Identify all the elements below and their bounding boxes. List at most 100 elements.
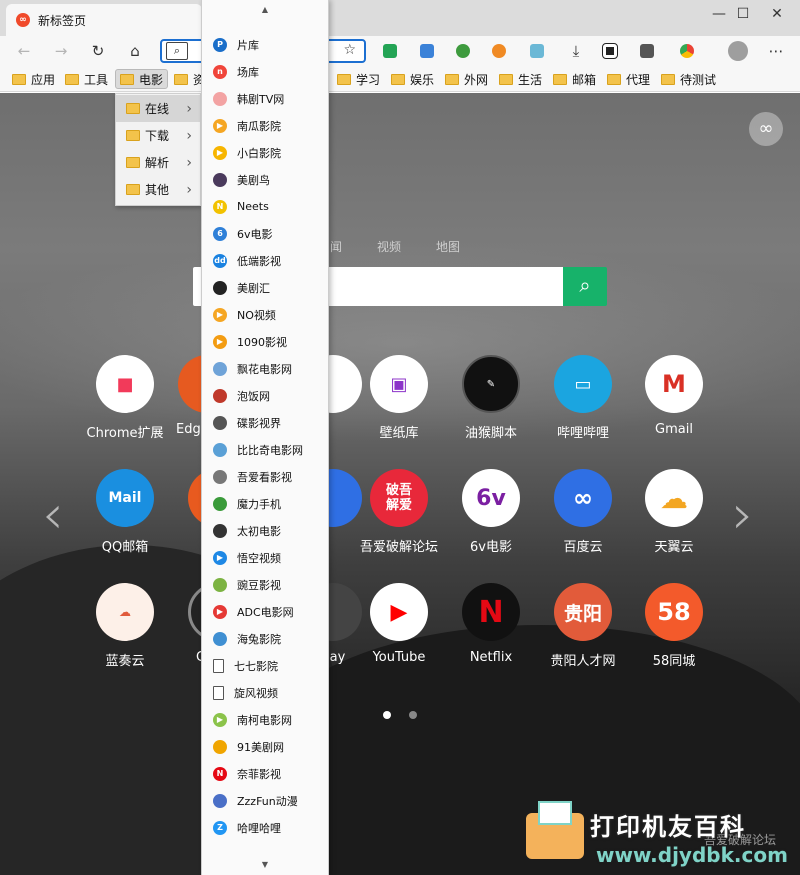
bookmark-item[interactable]: 韩剧TV网 [202, 85, 328, 112]
bookmark-item[interactable]: 飘花电影网 [202, 355, 328, 382]
bookmark-item[interactable]: 海兔影院 [202, 625, 328, 652]
play-icon: ▶ [213, 550, 227, 565]
submenu-item-parse[interactable]: 解析 › [116, 149, 200, 176]
bookmark-label: 碟影视界 [237, 416, 281, 430]
bookmark-item[interactable]: Z 哈哩哈哩 [202, 814, 328, 841]
page-dot-active[interactable] [383, 711, 391, 719]
submenu-item-other[interactable]: 其他 › [116, 176, 200, 203]
infinity-menu-button[interactable]: ∞ [749, 112, 783, 146]
ring-icon [213, 91, 227, 106]
bookmark-folder-entertainment[interactable]: 娱乐 [387, 69, 438, 89]
scroll-up-arrow[interactable]: ▲ [202, 5, 328, 21]
search-button[interactable]: ⌕ [563, 267, 607, 306]
bookmark-item[interactable]: 七七影院 [202, 652, 328, 679]
bookmark-item[interactable]: 碟影视界 [202, 409, 328, 436]
bookmark-item[interactable]: 豌豆影视 [202, 571, 328, 598]
bookmark-item[interactable]: ZzzFun动漫 [202, 787, 328, 814]
bookmark-item[interactable]: dd 低端影视 [202, 247, 328, 274]
bookmark-folder-tools[interactable]: 工具 [61, 69, 112, 89]
app-youtube[interactable]: ▶ YouTube [354, 583, 444, 665]
app-52pojie[interactable]: 破吾 解爱 吾爱破解论坛 [354, 469, 444, 555]
play-icon: ▶ [213, 118, 227, 133]
tab-new-tab[interactable]: ∞ 新标签页 [6, 4, 202, 36]
search-tab-map[interactable]: 地图 [436, 238, 460, 255]
download-button[interactable]: ⤓ [564, 40, 588, 62]
reload-button[interactable]: ↻ [86, 40, 110, 62]
app-wallpaper[interactable]: ▣ 壁纸库 [354, 355, 444, 441]
flower-icon [213, 361, 227, 376]
pip-icon[interactable] [602, 43, 618, 59]
bookmark-item[interactable]: 魔力手机 [202, 490, 328, 517]
search-tab-video[interactable]: 视频 [377, 238, 401, 255]
next-page-arrow[interactable]: › [732, 483, 754, 546]
bookmark-item[interactable]: 太初电影 [202, 517, 328, 544]
app-netflix[interactable]: N Netflix [446, 583, 536, 665]
bookmark-item[interactable]: ▶ NO视频 [202, 301, 328, 328]
previous-page-arrow[interactable]: ‹ [42, 483, 64, 546]
app-guiyang-jobs[interactable]: 贵阳 贵阳人才网 [538, 583, 628, 669]
app-lanzouyun[interactable]: ☁ 蓝奏云 [80, 583, 170, 669]
collections-icon[interactable] [640, 44, 654, 58]
bookmark-folder-movies[interactable]: 电影 [115, 69, 169, 89]
chrome-icon[interactable] [680, 44, 694, 58]
app-label: 哔哩哔哩 [556, 426, 609, 441]
bookmark-item[interactable]: 比比奇电影网 [202, 436, 328, 463]
app-tianyiyun[interactable]: ☁ 天翼云 [629, 469, 719, 555]
bookmark-item[interactable]: ▶ 南柯电影网 [202, 706, 328, 733]
bookmark-item[interactable]: P 片库 [202, 31, 328, 58]
bookmark-folder-life[interactable]: 生活 [495, 69, 546, 89]
bookmark-item[interactable]: 美剧鸟 [202, 166, 328, 193]
close-button[interactable]: ✕ [754, 0, 800, 28]
more-menu-button[interactable]: ⋯ [764, 40, 788, 62]
firefox-extension-icon[interactable] [492, 44, 506, 58]
bookmark-folder-proxy[interactable]: 代理 [603, 69, 654, 89]
bookmark-folder-apps[interactable]: 应用 [8, 69, 59, 89]
bookmark-label: 91美剧网 [237, 740, 284, 754]
app-qqmail[interactable]: Mail QQ邮箱 [80, 469, 170, 555]
app-tampermonkey[interactable]: ✎ 油猴脚本 [446, 355, 536, 441]
z-icon: Z [213, 820, 227, 835]
app-bilibili[interactable]: ▭ 哔哩哔哩 [538, 355, 628, 441]
submenu-item-download[interactable]: 下载 › [116, 122, 200, 149]
bookmark-item[interactable]: 吾爱看影视 [202, 463, 328, 490]
bookmark-label: 小白影院 [237, 146, 281, 160]
submenu-item-online[interactable]: 在线 › [116, 95, 200, 122]
forward-button[interactable]: → [49, 40, 73, 62]
bookmark-item[interactable]: 旋风视频 [202, 679, 328, 706]
bookmark-item[interactable]: 美剧汇 [202, 274, 328, 301]
bookmark-folder-foreign[interactable]: 外网 [441, 69, 492, 89]
bookmark-item[interactable]: ▶ 1090影视 [202, 328, 328, 355]
app-chrome-extensions[interactable]: ■ Chrome扩展 [80, 355, 170, 441]
bookmark-item[interactable]: 6 6v电影 [202, 220, 328, 247]
search-tab-news[interactable]: 闻 [330, 238, 342, 255]
scroll-down-arrow[interactable]: ▼ [202, 860, 328, 875]
bookmark-item[interactable]: n 场库 [202, 58, 328, 85]
extension-icon[interactable] [420, 44, 434, 58]
app-58[interactable]: 58 58同城 [629, 583, 719, 669]
bookmark-item[interactable]: ▶ 南瓜影院 [202, 112, 328, 139]
bookmark-label: 魔力手机 [237, 497, 281, 511]
bookmark-label: ADC电影网 [237, 605, 294, 619]
bookmark-item[interactable]: N 奈菲影视 [202, 760, 328, 787]
app-baiduyun[interactable]: ∞ 百度云 [538, 469, 628, 555]
page-dot[interactable] [409, 711, 417, 719]
bookmark-label: 豌豆影视 [237, 578, 281, 592]
globe-extension-icon[interactable] [456, 44, 470, 58]
bookmark-folder-mail[interactable]: 邮箱 [549, 69, 600, 89]
shield-extension-icon[interactable] [383, 44, 397, 58]
home-button[interactable]: ⌂ [123, 40, 147, 62]
avatar[interactable] [728, 41, 748, 61]
extension-icon[interactable] [530, 44, 544, 58]
bookmark-item[interactable]: ▶ 小白影院 [202, 139, 328, 166]
bookmark-item[interactable]: ▶ 悟空视频 [202, 544, 328, 571]
bookmark-item[interactable]: 91美剧网 [202, 733, 328, 760]
bookmark-item[interactable]: 泡饭网 [202, 382, 328, 409]
bookmark-folder-study[interactable]: 学习 [333, 69, 384, 89]
back-button[interactable]: ← [12, 40, 36, 62]
app-6v-movie[interactable]: 6v 6v电影 [446, 469, 536, 555]
bookmark-folder-to-test[interactable]: 待测试 [657, 69, 720, 89]
favorite-star-icon[interactable]: ☆ [343, 42, 356, 58]
bookmark-item[interactable]: ▶ ADC电影网 [202, 598, 328, 625]
app-gmail[interactable]: M Gmail [629, 355, 719, 437]
bookmark-item[interactable]: N Neets [202, 193, 328, 220]
